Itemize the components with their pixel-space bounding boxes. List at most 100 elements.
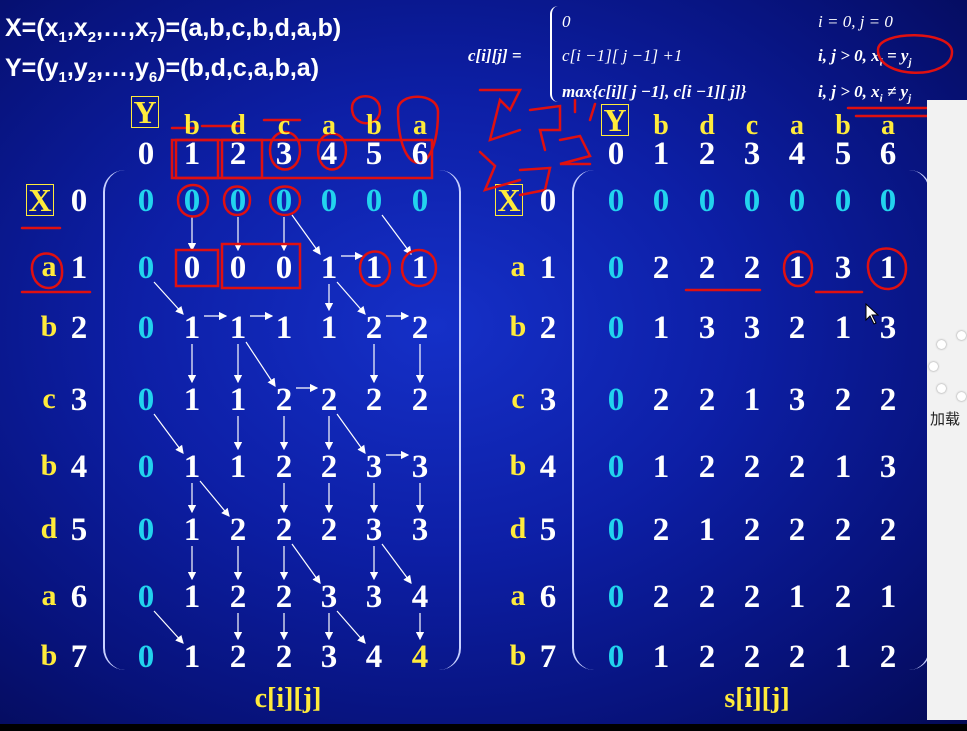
c-cell: 3	[411, 512, 429, 548]
s-cell: 2	[652, 382, 670, 418]
c-cell: 3	[365, 449, 383, 485]
c-cell: 1	[320, 250, 338, 286]
c-col-number: 1	[183, 136, 201, 172]
s-cell: 1	[834, 449, 852, 485]
c-cell: 2	[411, 310, 429, 346]
s-row-number: 3	[539, 382, 557, 418]
s-cell: 1	[834, 639, 852, 675]
c-cell: 0	[137, 183, 155, 219]
c-cell: 2	[411, 382, 429, 418]
s-cell: 2	[879, 639, 897, 675]
s-cell: 3	[834, 250, 852, 286]
c-row-number: 1	[70, 250, 88, 286]
c-row-number: 2	[70, 310, 88, 346]
loading-dot-icon	[937, 384, 946, 393]
s-row-number: 7	[539, 639, 557, 675]
s-row-number: 2	[539, 310, 557, 346]
c-cell: 2	[229, 639, 247, 675]
c-cell: 1	[183, 579, 201, 615]
c-cell: 3	[365, 579, 383, 615]
c-col-number: 2	[229, 136, 247, 172]
s-cell: 0	[607, 382, 625, 418]
c-cell: 1	[229, 382, 247, 418]
diagonal-arrow	[336, 413, 366, 454]
s-cell: 1	[652, 449, 670, 485]
s-row-letter: b	[509, 639, 527, 672]
c-row-letter: b	[40, 310, 58, 343]
ink-scribble-3	[558, 134, 592, 166]
s-col-number: 0	[607, 136, 625, 172]
c-cell: 2	[365, 382, 383, 418]
loading-dot-icon	[929, 362, 938, 371]
c-row-letter: b	[40, 639, 58, 672]
loading-dot-icon	[937, 340, 946, 349]
s-row-letter: c	[511, 382, 525, 415]
c-col-number: 6	[411, 136, 429, 172]
s-cell: 1	[698, 512, 716, 548]
c-cell: 2	[275, 639, 293, 675]
s-cell: 2	[698, 382, 716, 418]
c-cell: 3	[365, 512, 383, 548]
c-cell: 1	[229, 449, 247, 485]
s-row-number: 5	[539, 512, 557, 548]
c-cell: 4	[411, 579, 429, 615]
c-cell: 1	[183, 449, 201, 485]
s-cell: 2	[743, 250, 761, 286]
s-cell: 1	[788, 250, 806, 286]
s-cell: 2	[698, 250, 716, 286]
c-cell: 1	[275, 310, 293, 346]
s-cell: 2	[652, 579, 670, 615]
c-cell: 0	[137, 639, 155, 675]
loading-dot-icon	[957, 331, 966, 340]
s-cell: 2	[788, 449, 806, 485]
screen: X=(x1,x2,…,x7)=(a,b,c,b,d,a,b) Y=(y1,y2,…	[0, 0, 967, 731]
s-cell: 0	[607, 310, 625, 346]
s-cell: 3	[698, 310, 716, 346]
handwritten-annotations	[20, 34, 954, 294]
c-cell: 2	[320, 382, 338, 418]
ink-box-row0	[170, 138, 434, 180]
c-cell: 0	[365, 183, 383, 219]
s-col-number: 5	[834, 136, 852, 172]
c-cell: 1	[411, 250, 429, 286]
c-cell: 2	[229, 579, 247, 615]
c-row-letter: d	[40, 512, 58, 545]
s-cell: 0	[607, 579, 625, 615]
c-row-letter: a	[41, 579, 57, 612]
diagonal-arrow	[381, 543, 412, 584]
s-cell: 1	[879, 579, 897, 615]
c-cell: 4	[411, 639, 429, 675]
c-row-number: 4	[70, 449, 88, 485]
c-cell: 0	[229, 183, 247, 219]
c-cell: 0	[411, 183, 429, 219]
c-cell: 0	[320, 183, 338, 219]
s-row-number: 0	[539, 183, 557, 219]
c-row-number: 3	[70, 382, 88, 418]
s-col-number: 4	[788, 136, 806, 172]
diagonal-arrow	[199, 480, 230, 517]
c-cell: 3	[320, 579, 338, 615]
s-cell: 0	[607, 183, 625, 219]
s-col-number: 3	[743, 136, 761, 172]
loading-label: 加载	[930, 410, 961, 428]
s-cell: 1	[652, 310, 670, 346]
c-row-number: 0	[70, 183, 88, 219]
s-row-number: 4	[539, 449, 557, 485]
c-cell: 2	[275, 382, 293, 418]
s-cell: 0	[879, 183, 897, 219]
s-row-letter: a	[510, 250, 526, 283]
s-cell: 2	[743, 639, 761, 675]
s-cell: 2	[834, 579, 852, 615]
bottom-bar	[0, 724, 967, 731]
ink-scribble-2	[528, 104, 562, 152]
c-cell: 0	[137, 382, 155, 418]
c-cell: 0	[275, 250, 293, 286]
c-row-letter: a	[41, 250, 57, 283]
c-cell: 1	[183, 382, 201, 418]
c-cell: 0	[137, 250, 155, 286]
ink-scribble-6	[573, 98, 597, 122]
c-cell: 0	[183, 250, 201, 286]
c-cell: 1	[183, 512, 201, 548]
s-cell: 0	[607, 639, 625, 675]
c-cell: 0	[275, 183, 293, 219]
